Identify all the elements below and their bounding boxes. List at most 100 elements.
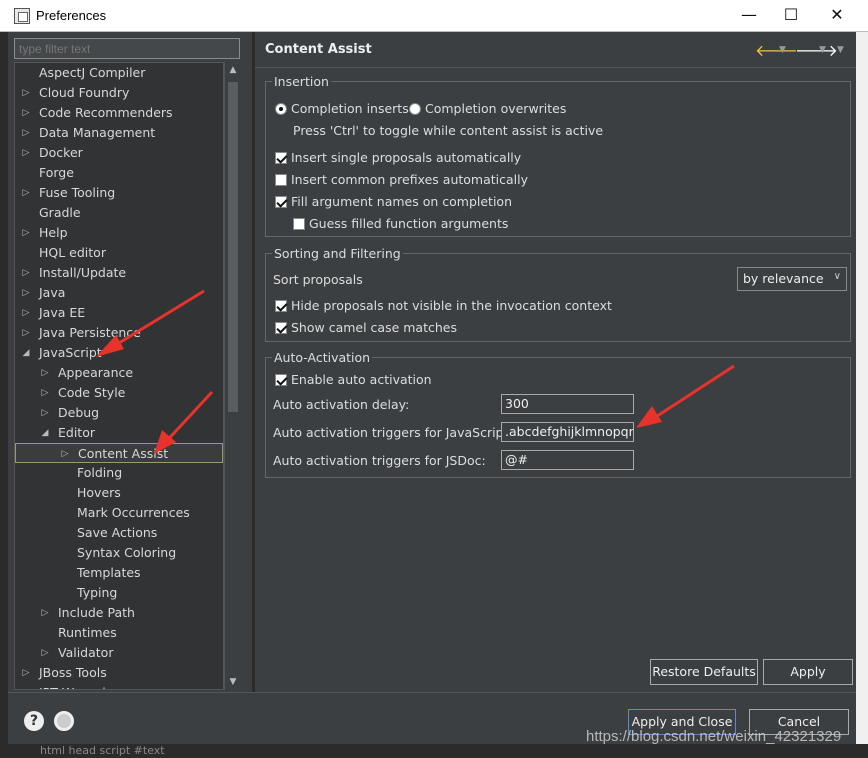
checkbox-checked-icon bbox=[275, 152, 287, 164]
expand-icon[interactable]: ▷ bbox=[21, 263, 31, 283]
tree-item-label: AspectJ Compiler bbox=[39, 65, 146, 80]
expand-icon[interactable]: ▷ bbox=[60, 444, 70, 464]
jsdoc-triggers-label: Auto activation triggers for JSDoc: bbox=[273, 453, 486, 468]
tree-item[interactable]: ▷ Appearance bbox=[15, 363, 223, 383]
expand-icon[interactable]: ▷ bbox=[40, 643, 50, 663]
tree-item[interactable]: ▷ Java EE bbox=[15, 303, 223, 323]
camel-case-checkbox[interactable]: Show camel case matches bbox=[275, 320, 457, 335]
tree-item[interactable]: ▷ JPT Wrapping bbox=[15, 683, 223, 689]
scroll-up-icon[interactable]: ▲ bbox=[225, 62, 241, 78]
back-dropdown-icon[interactable]: ▼ bbox=[779, 45, 786, 55]
completion-inserts-radio[interactable]: Completion inserts bbox=[275, 101, 409, 116]
expand-icon[interactable]: ▷ bbox=[21, 663, 31, 683]
tree-item[interactable]: ▷ Validator bbox=[15, 643, 223, 663]
expand-icon[interactable]: ▷ bbox=[21, 143, 31, 163]
tree-scrollbar[interactable]: ▲ ▼ bbox=[224, 62, 240, 690]
guess-args-checkbox[interactable]: Guess filled function arguments bbox=[293, 216, 508, 231]
tree-item[interactable]: ▷ Data Management bbox=[15, 123, 223, 143]
back-arrow-icon[interactable]: 🡐 bbox=[755, 40, 798, 60]
tree-item[interactable]: Syntax Coloring bbox=[15, 543, 223, 563]
expand-icon[interactable]: ▷ bbox=[21, 83, 31, 103]
expand-icon[interactable]: ▷ bbox=[40, 403, 50, 423]
filter-input[interactable] bbox=[14, 38, 240, 59]
radio-unselected-icon bbox=[409, 103, 421, 115]
expand-icon[interactable]: ▷ bbox=[21, 303, 31, 323]
tree-item[interactable]: ▷ JBoss Tools bbox=[15, 663, 223, 683]
single-proposals-label: Insert single proposals automatically bbox=[291, 150, 522, 165]
tree-item[interactable]: Save Actions bbox=[15, 523, 223, 543]
js-triggers-input[interactable]: .abcdefghijklmnopqrs bbox=[501, 422, 634, 442]
tree-item[interactable]: ▷ Cloud Foundry bbox=[15, 83, 223, 103]
common-prefixes-label: Insert common prefixes automatically bbox=[291, 172, 529, 187]
tree-item[interactable]: Mark Occurrences bbox=[15, 503, 223, 523]
tree-item[interactable]: ◢ Editor bbox=[15, 423, 223, 443]
tree-item[interactable]: ▷ Code Style bbox=[15, 383, 223, 403]
tree-item[interactable]: Gradle bbox=[15, 203, 223, 223]
hide-proposals-checkbox[interactable]: Hide proposals not visible in the invoca… bbox=[275, 298, 612, 313]
tree-item[interactable]: ▷ Java Persistence bbox=[15, 323, 223, 343]
apply-button[interactable]: Apply bbox=[763, 659, 853, 685]
close-window-button[interactable]: ✕ bbox=[814, 0, 860, 32]
window-titlebar: Preferences — ☐ ✕ bbox=[0, 0, 868, 32]
tree-item-label: Java EE bbox=[39, 305, 86, 320]
jsdoc-triggers-input[interactable]: @# bbox=[501, 450, 634, 470]
tree-item[interactable]: ▷ Content Assist bbox=[15, 443, 223, 463]
single-proposals-checkbox[interactable]: Insert single proposals automatically bbox=[275, 150, 521, 165]
expand-icon[interactable]: ▷ bbox=[21, 183, 31, 203]
checkbox-checked-icon bbox=[275, 196, 287, 208]
minimize-button[interactable]: — bbox=[726, 0, 772, 32]
common-prefixes-checkbox[interactable]: Insert common prefixes automatically bbox=[275, 172, 528, 187]
completion-overwrites-radio[interactable]: Completion overwrites bbox=[409, 101, 566, 116]
expand-icon[interactable]: ▷ bbox=[40, 383, 50, 403]
expand-icon[interactable]: ▷ bbox=[21, 683, 31, 689]
expand-icon[interactable]: ▷ bbox=[40, 363, 50, 383]
scroll-down-icon[interactable]: ▼ bbox=[225, 674, 241, 690]
tree-item[interactable]: Templates bbox=[15, 563, 223, 583]
hide-proposals-label: Hide proposals not visible in the invoca… bbox=[291, 298, 612, 313]
tree-item[interactable]: HQL editor bbox=[15, 243, 223, 263]
tree-item[interactable]: ▷ Code Recommenders bbox=[15, 103, 223, 123]
forward-arrow-icon[interactable]: 🡒 bbox=[795, 40, 838, 60]
sort-proposals-select[interactable]: by relevance ∨ bbox=[737, 267, 847, 291]
collapse-icon[interactable]: ◢ bbox=[21, 343, 31, 363]
tree-item[interactable]: ▷ Help bbox=[15, 223, 223, 243]
restore-defaults-button[interactable]: Restore Defaults bbox=[650, 659, 758, 685]
tree-item[interactable]: Folding bbox=[15, 463, 223, 483]
tree-item[interactable]: ▷ Docker bbox=[15, 143, 223, 163]
forward-dropdown-icon[interactable]: ▼ bbox=[819, 45, 826, 55]
window-title: Preferences bbox=[36, 8, 107, 23]
maximize-button[interactable]: ☐ bbox=[768, 0, 814, 32]
expand-icon[interactable]: ▷ bbox=[21, 223, 31, 243]
expand-icon[interactable]: ▷ bbox=[21, 103, 31, 123]
insertion-legend: Insertion bbox=[274, 74, 329, 89]
tree-item[interactable]: ◢ JavaScript bbox=[15, 343, 223, 363]
tree-item[interactable]: ▷ Java bbox=[15, 283, 223, 303]
expand-icon[interactable]: ▷ bbox=[40, 603, 50, 623]
help-icon[interactable]: ? bbox=[24, 711, 44, 731]
tree-item[interactable]: ▷ Include Path bbox=[15, 603, 223, 623]
view-menu-icon[interactable]: ▼ bbox=[837, 45, 844, 55]
tree-item[interactable]: Forge bbox=[15, 163, 223, 183]
scroll-thumb[interactable] bbox=[228, 82, 238, 412]
checkbox-checked-icon bbox=[275, 322, 287, 334]
content-assist-page: Content Assist 🡐 ▼ 🡒 ▼ ▼ Insertion Compl… bbox=[255, 32, 856, 692]
sort-proposals-label: Sort proposals bbox=[273, 272, 363, 287]
fill-args-checkbox[interactable]: Fill argument names on completion bbox=[275, 194, 512, 209]
tree-item[interactable]: Runtimes bbox=[15, 623, 223, 643]
tree-item[interactable]: AspectJ Compiler bbox=[15, 63, 223, 83]
expand-icon[interactable]: ▷ bbox=[21, 283, 31, 303]
tree-item[interactable]: Typing bbox=[15, 583, 223, 603]
tree-item[interactable]: ▷ Fuse Tooling bbox=[15, 183, 223, 203]
tree-item[interactable]: ▷ Install/Update bbox=[15, 263, 223, 283]
tree-item[interactable]: ▷ Debug bbox=[15, 403, 223, 423]
collapse-icon[interactable]: ◢ bbox=[40, 423, 50, 443]
delay-input[interactable]: 300 bbox=[501, 394, 634, 414]
tree-item-label: Templates bbox=[77, 565, 141, 580]
tree-item-label: Runtimes bbox=[58, 625, 117, 640]
expand-icon[interactable]: ▷ bbox=[21, 123, 31, 143]
enable-auto-activation-checkbox[interactable]: Enable auto activation bbox=[275, 372, 432, 387]
record-icon[interactable] bbox=[54, 711, 74, 731]
expand-icon[interactable]: ▷ bbox=[21, 323, 31, 343]
tree-item[interactable]: Hovers bbox=[15, 483, 223, 503]
background-ide-edge bbox=[0, 32, 8, 744]
